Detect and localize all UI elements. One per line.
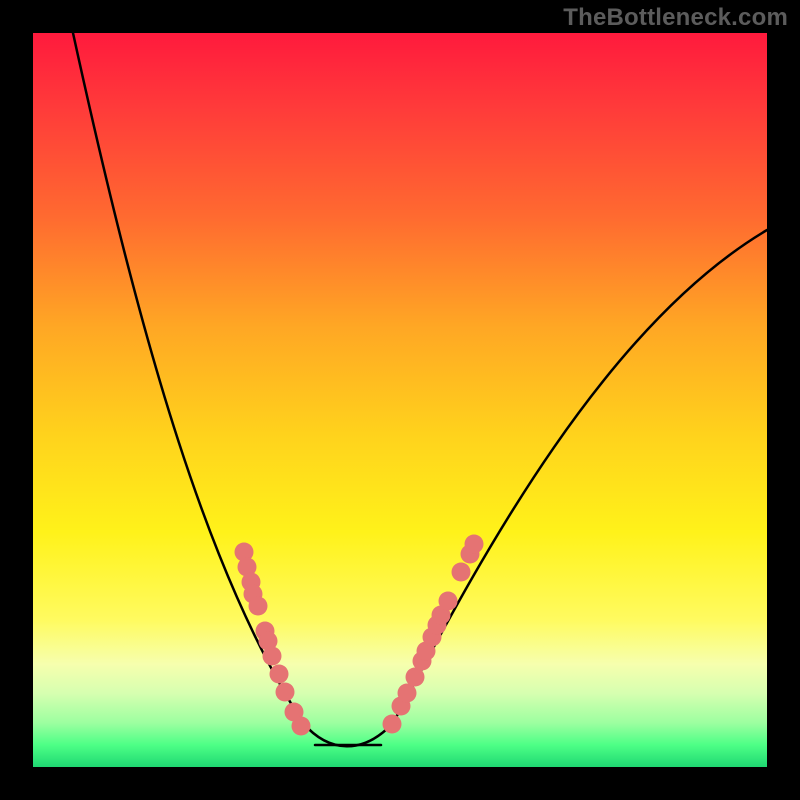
data-point <box>439 592 458 611</box>
right-dots <box>383 535 484 734</box>
plot-area <box>33 33 767 767</box>
left-dots <box>235 543 311 736</box>
data-point <box>270 665 289 684</box>
data-point <box>249 597 268 616</box>
bottleneck-curve <box>33 33 767 767</box>
data-point <box>465 535 484 554</box>
data-point <box>452 563 471 582</box>
curve-path <box>73 33 767 746</box>
data-point <box>292 717 311 736</box>
data-point <box>263 647 282 666</box>
attribution-text: TheBottleneck.com <box>563 4 788 32</box>
chart-frame: TheBottleneck.com <box>0 0 800 800</box>
data-point <box>383 715 402 734</box>
data-point <box>276 683 295 702</box>
